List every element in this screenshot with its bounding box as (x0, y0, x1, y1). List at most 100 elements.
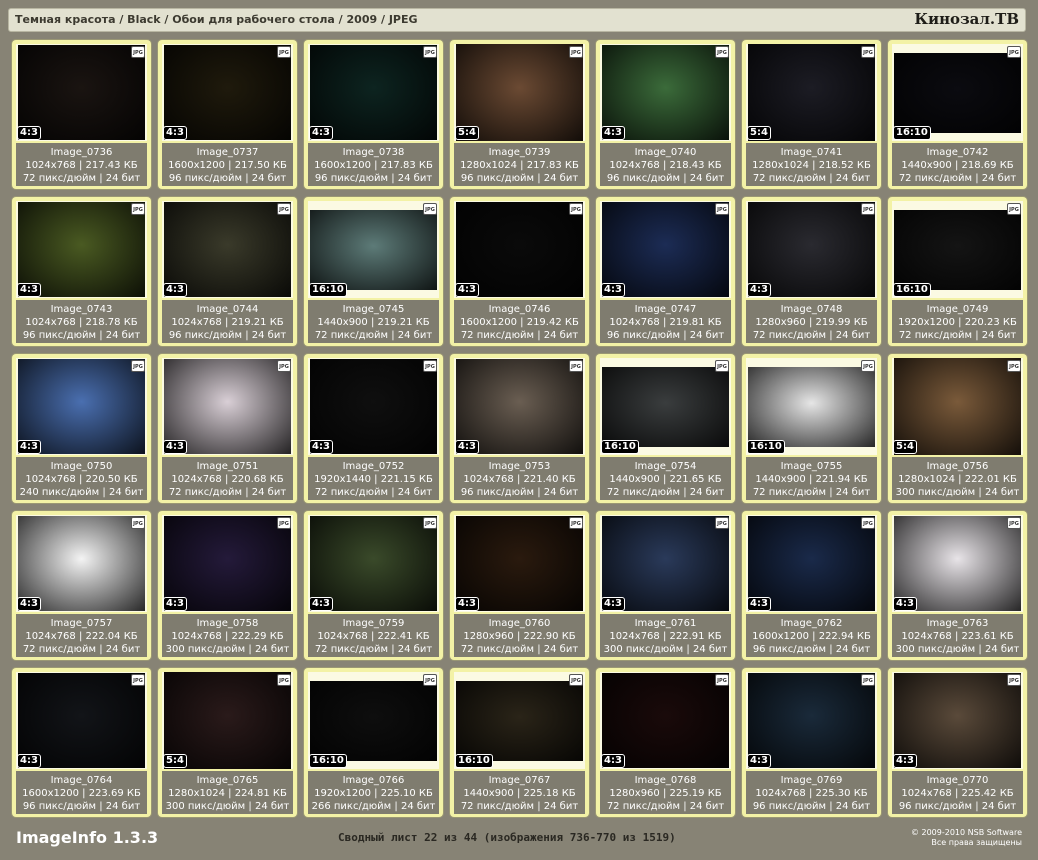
image-card[interactable]: JPG 4:3 Image_0743 1024x768 | 218.78 КБ 96 п… (12, 197, 151, 346)
image-resolution: 1024x768 (171, 317, 222, 328)
image-name: Image_0767 (488, 775, 551, 786)
image-card[interactable]: JPG 16:10 Image_0745 1440x900 | 219.21 КБ 72… (304, 197, 443, 346)
image-card[interactable]: JPG 16:10 Image_0742 1440x900 | 218.69 КБ 72… (888, 40, 1027, 189)
image-bitdepth: 24 бит (251, 173, 287, 184)
image-card[interactable]: JPG 16:10 Image_0755 1440x900 | 221.94 КБ 72… (742, 354, 881, 503)
image-filesize: 217.43 КБ (85, 160, 138, 171)
image-card[interactable]: JPG 16:10 Image_0754 1440x900 | 221.65 КБ 72… (596, 354, 735, 503)
image-card[interactable]: JPG 4:3 Image_0752 1920x1440 | 221.15 КБ 72 … (304, 354, 443, 503)
image-info: Image_0747 1024x768 | 219.81 КБ 96 пикс/дю… (600, 300, 731, 343)
image-card[interactable]: JPG 4:3 Image_0751 1024x768 | 220.68 КБ 72 п… (158, 354, 297, 503)
image-resolution: 1024x768 (25, 317, 76, 328)
image-card[interactable]: JPG 4:3 Image_0737 1600x1200 | 217.50 КБ 96 … (158, 40, 297, 189)
thumbnail-frame: JPG 4:3 (308, 358, 439, 455)
image-dpi: 300 пикс/дюйм (165, 801, 246, 812)
image-dpi-bits: 72 пикс/дюйм | 24 бит (314, 487, 433, 498)
image-dpi: 96 пикс/дюйм (22, 801, 97, 812)
thumbnail-frame: JPG 4:3 (746, 515, 877, 612)
image-name: Image_0768 (634, 775, 697, 786)
image-card[interactable]: JPG 4:3 Image_0770 1024x768 | 225.42 КБ 96 п… (888, 668, 1027, 817)
image-card[interactable]: JPG 4:3 Image_0748 1280x960 | 219.99 КБ 72 п… (742, 197, 881, 346)
image-card[interactable]: JPG 4:3 Image_0750 1024x768 | 220.50 КБ 240 … (12, 354, 151, 503)
image-resolution: 1280x1024 (168, 788, 225, 799)
image-bitdepth: 24 бит (835, 644, 871, 655)
image-info: Image_0765 1280x1024 | 224.81 КБ 300 пикс/… (162, 771, 293, 814)
image-info: Image_0738 1600x1200 | 217.83 КБ 96 пикс/д… (308, 143, 439, 186)
aspect-ratio-badge: 4:3 (309, 126, 333, 140)
image-bitdepth: 24 бит (254, 801, 290, 812)
image-card[interactable]: JPG 4:3 Image_0768 1280x960 | 225.19 КБ 72 п… (596, 668, 735, 817)
image-card[interactable]: JPG 5:4 Image_0765 1280x1024 | 224.81 КБ 300… (158, 668, 297, 817)
jpg-format-icon: JPG (277, 360, 291, 372)
image-card[interactable]: JPG 16:10 Image_0749 1920x1200 | 220.23 КБ 7… (888, 197, 1027, 346)
image-resolution: 1600x1200 (460, 317, 517, 328)
image-dpi: 72 пикс/дюйм (606, 801, 681, 812)
image-info: Image_0762 1600x1200 | 222.94 КБ 96 пикс/д… (746, 614, 877, 657)
image-name: Image_0745 (342, 304, 405, 315)
image-resolution: 1024x768 (25, 474, 76, 485)
image-resolution-size: 1280x960 | 225.19 КБ (609, 788, 722, 799)
image-card[interactable]: JPG 4:3 Image_0736 1024x768 | 217.43 КБ 72 п… (12, 40, 151, 189)
image-dpi-bits: 96 пикс/дюйм | 24 бит (752, 801, 871, 812)
image-filesize: 225.30 КБ (815, 788, 868, 799)
thumbnail-frame: JPG 4:3 (162, 358, 293, 455)
image-dpi-bits: 72 пикс/дюйм | 24 бит (22, 644, 141, 655)
image-dpi: 300 пикс/дюйм (895, 644, 976, 655)
aspect-ratio-badge: 16:10 (309, 283, 347, 297)
image-card[interactable]: JPG 4:3 Image_0763 1024x768 | 223.61 КБ 300 … (888, 511, 1027, 660)
image-bitdepth: 24 бит (543, 330, 579, 341)
image-card[interactable]: JPG 4:3 Image_0764 1600x1200 | 223.69 КБ 96 … (12, 668, 151, 817)
image-dpi-bits: 96 пикс/дюйм | 24 бит (606, 330, 725, 341)
image-card[interactable]: JPG 4:3 Image_0744 1024x768 | 219.21 КБ 96 п… (158, 197, 297, 346)
image-card[interactable]: JPG 4:3 Image_0760 1280x960 | 222.90 КБ 72 п… (450, 511, 589, 660)
image-name: Image_0748 (780, 304, 843, 315)
thumbnail-frame: JPG 5:4 (746, 44, 877, 141)
thumbnail-frame: JPG 16:10 (308, 672, 439, 769)
image-dpi-bits: 96 пикс/дюйм | 24 бит (606, 173, 725, 184)
image-resolution: 1440x900 (317, 317, 368, 328)
image-card[interactable]: JPG 4:3 Image_0747 1024x768 | 219.81 КБ 96 п… (596, 197, 735, 346)
image-resolution: 1920x1200 (898, 317, 955, 328)
image-dpi: 72 пикс/дюйм (460, 644, 535, 655)
copyright-line: © 2009-2010 NSB Software (910, 828, 1022, 837)
image-dpi-bits: 72 пикс/дюйм | 24 бит (460, 644, 579, 655)
jpg-format-icon: JPG (1007, 517, 1021, 529)
image-name: Image_0741 (780, 147, 843, 158)
image-card[interactable]: JPG 4:3 Image_0738 1600x1200 | 217.83 КБ 96 … (304, 40, 443, 189)
image-dpi: 96 пикс/дюйм (752, 801, 827, 812)
image-bitdepth: 24 бит (835, 330, 871, 341)
image-name: Image_0755 (780, 461, 843, 472)
image-resolution-size: 1440x900 | 221.94 КБ (755, 474, 868, 485)
image-filesize: 223.61 КБ (961, 631, 1014, 642)
image-card[interactable]: JPG 4:3 Image_0740 1024x768 | 218.43 КБ 96 п… (596, 40, 735, 189)
image-dpi-bits: 72 пикс/дюйм | 24 бит (22, 173, 141, 184)
image-resolution: 1024x768 (171, 631, 222, 642)
image-bitdepth: 24 бит (254, 644, 290, 655)
image-card[interactable]: JPG 4:3 Image_0746 1600x1200 | 219.42 КБ 72 … (450, 197, 589, 346)
image-dpi-bits: 96 пикс/дюйм | 24 бит (752, 644, 871, 655)
image-card[interactable]: JPG 5:4 Image_0741 1280x1024 | 218.52 КБ 72 … (742, 40, 881, 189)
image-card[interactable]: JPG 4:3 Image_0761 1024x768 | 222.91 КБ 300 … (596, 511, 735, 660)
image-card[interactable]: JPG 4:3 Image_0757 1024x768 | 222.04 КБ 72 п… (12, 511, 151, 660)
image-card[interactable]: JPG 16:10 Image_0766 1920x1200 | 225.10 КБ 2… (304, 668, 443, 817)
image-card[interactable]: JPG 16:10 Image_0767 1440x900 | 225.18 КБ 72… (450, 668, 589, 817)
image-name: Image_0757 (50, 618, 113, 629)
image-resolution-size: 1600x1200 | 222.94 КБ (752, 631, 871, 642)
image-filesize: 219.21 КБ (231, 317, 284, 328)
image-resolution-size: 1280x1024 | 218.52 КБ (752, 160, 871, 171)
image-card[interactable]: JPG 5:4 Image_0739 1280x1024 | 217.83 КБ 96 … (450, 40, 589, 189)
image-card[interactable]: JPG 4:3 Image_0758 1024x768 | 222.29 КБ 300 … (158, 511, 297, 660)
image-dpi-bits: 72 пикс/дюйм | 24 бит (898, 330, 1017, 341)
image-card[interactable]: JPG 4:3 Image_0769 1024x768 | 225.30 КБ 96 п… (742, 668, 881, 817)
image-card[interactable]: JPG 4:3 Image_0762 1600x1200 | 222.94 КБ 96 … (742, 511, 881, 660)
image-resolution-size: 1920x1440 | 221.15 КБ (314, 474, 433, 485)
image-card[interactable]: JPG 5:4 Image_0756 1280x1024 | 222.01 КБ 300… (888, 354, 1027, 503)
image-card[interactable]: JPG 4:3 Image_0753 1024x768 | 221.40 КБ 96 п… (450, 354, 589, 503)
image-resolution-size: 1024x768 | 220.68 КБ (171, 474, 284, 485)
image-resolution-size: 1600x1200 | 217.83 КБ (314, 160, 433, 171)
jpg-format-icon: JPG (1007, 674, 1021, 686)
image-card[interactable]: JPG 4:3 Image_0759 1024x768 | 222.41 КБ 72 п… (304, 511, 443, 660)
image-name: Image_0751 (196, 461, 259, 472)
image-filesize: 219.99 КБ (815, 317, 868, 328)
image-name: Image_0742 (926, 147, 989, 158)
